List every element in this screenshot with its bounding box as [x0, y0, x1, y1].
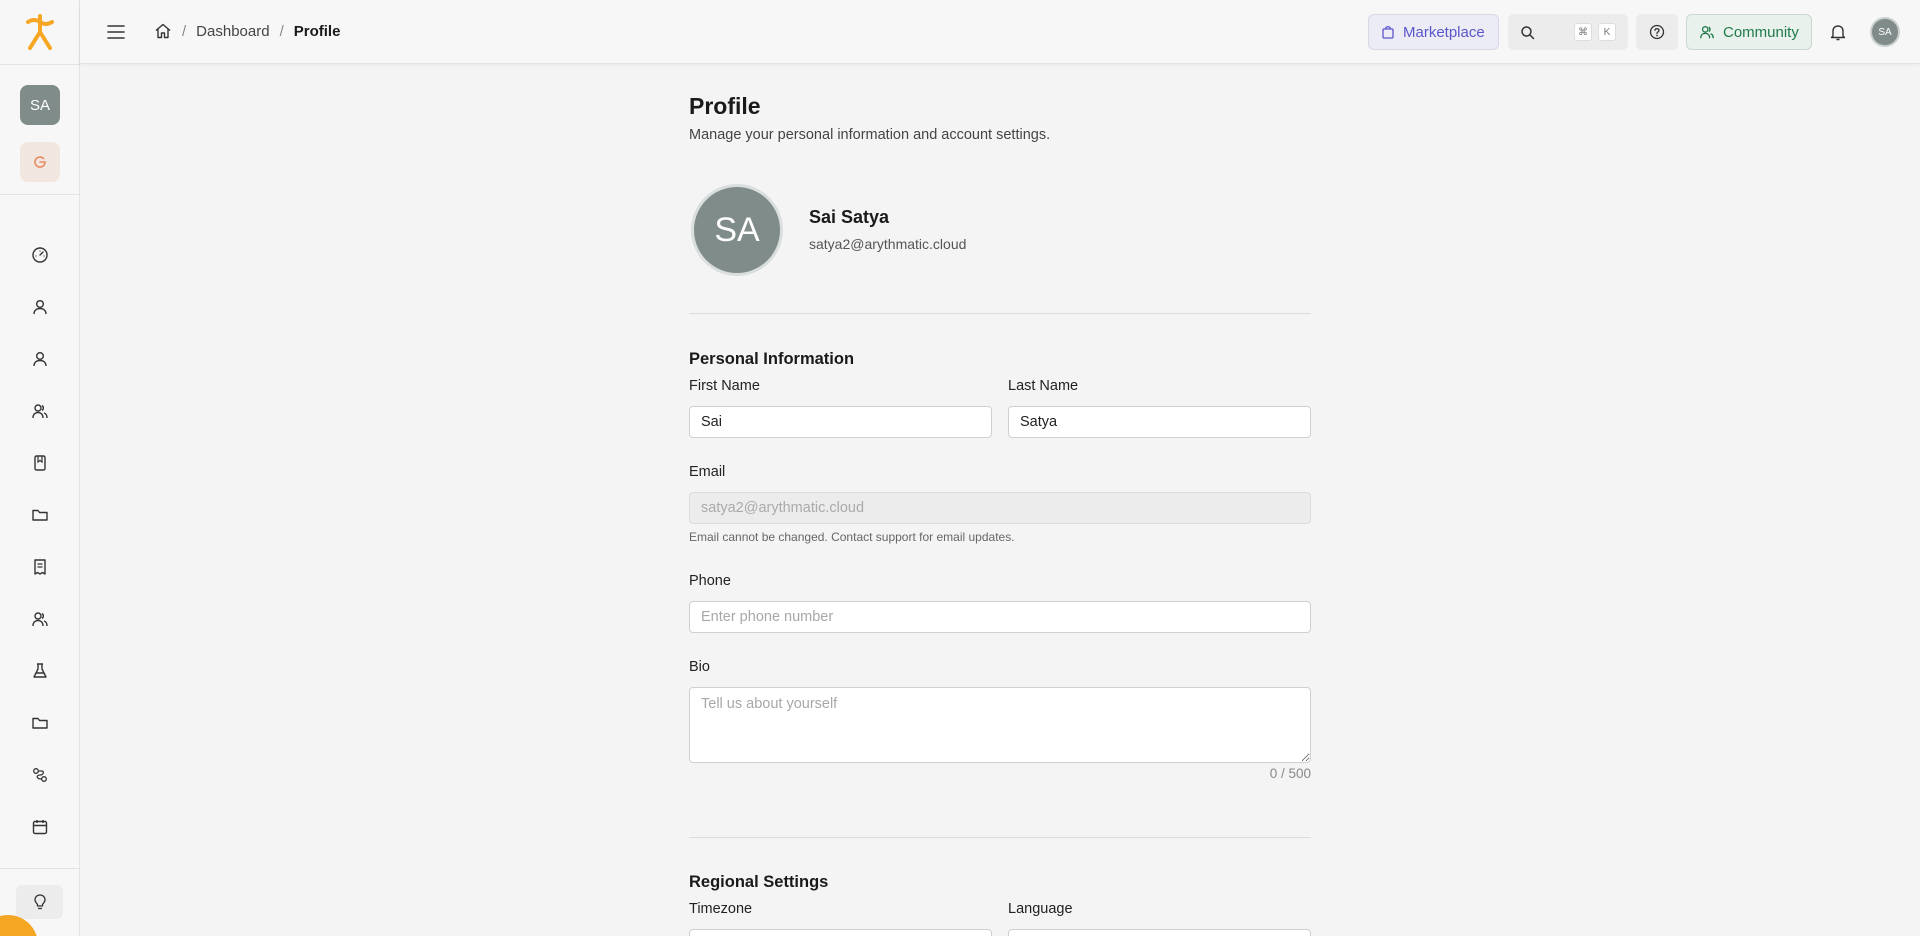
breadcrumb-separator: /	[182, 22, 187, 40]
email-helper-text: Email cannot be changed. Contact support…	[689, 530, 1015, 544]
marketplace-button[interactable]: Marketplace	[1368, 14, 1499, 50]
home-icon[interactable]	[154, 22, 172, 40]
breadcrumb-dashboard[interactable]: Dashboard	[196, 23, 269, 40]
phone-input[interactable]	[689, 601, 1311, 633]
calendar-icon[interactable]	[28, 815, 52, 839]
dashboard-icon[interactable]	[28, 243, 52, 267]
breadcrumb-current: Profile	[293, 22, 341, 40]
shortcut-key-k: K	[1598, 23, 1616, 41]
timezone-label: Timezone	[689, 901, 753, 917]
folder-icon-2[interactable]	[28, 711, 52, 735]
sidebar-divider-top	[0, 64, 79, 65]
sidebar-divider-bottom	[0, 868, 79, 869]
bio-label: Bio	[689, 659, 710, 675]
profile-email: satya2@arythmatic.cloud	[809, 236, 967, 252]
last-name-input[interactable]	[1008, 406, 1311, 438]
help-button[interactable]	[1636, 14, 1678, 50]
user-avatar-menu[interactable]: SA	[1870, 17, 1900, 47]
personal-info-heading: Personal Information	[689, 350, 855, 368]
profile-name: Sai Satya	[809, 207, 890, 227]
shortcut-key-cmd: ⌘	[1574, 23, 1592, 41]
marketplace-label: Marketplace	[1403, 23, 1485, 41]
sidebar-avatar[interactable]: SA	[20, 85, 60, 125]
breadcrumb-separator: /	[279, 22, 284, 40]
page-subtitle: Manage your personal information and acc…	[689, 127, 1051, 143]
profile-avatar[interactable]: SA	[691, 184, 783, 276]
help-icon	[1649, 24, 1665, 40]
phone-label: Phone	[689, 573, 731, 589]
breadcrumb: / Dashboard / Profile	[154, 22, 340, 40]
community-label: Community	[1723, 23, 1799, 41]
first-name-label: First Name	[689, 378, 760, 394]
last-name-label: Last Name	[1008, 378, 1079, 394]
section-divider	[689, 837, 1311, 838]
language-select[interactable]	[1008, 929, 1311, 936]
menu-toggle-button[interactable]	[104, 20, 128, 44]
page-title: Profile	[689, 93, 761, 119]
users-icon	[1700, 26, 1714, 39]
top-header: / Dashboard / Profile Marketplace ⌘ K Co…	[80, 0, 1920, 64]
user-icon-2[interactable]	[28, 347, 52, 371]
refresh-button[interactable]	[20, 142, 60, 182]
refresh-icon	[34, 156, 46, 168]
bell-icon	[1830, 25, 1846, 41]
sidebar-divider-mid	[0, 194, 79, 195]
bio-textarea[interactable]	[689, 687, 1311, 763]
sidebar: SA	[0, 0, 80, 936]
email-label: Email	[689, 464, 726, 480]
route-icon[interactable]	[28, 763, 52, 787]
community-button[interactable]: Community	[1686, 14, 1812, 50]
app-logo[interactable]	[20, 12, 60, 52]
timezone-select[interactable]	[689, 929, 992, 936]
search-button[interactable]: ⌘ K	[1508, 14, 1628, 50]
bio-char-counter: 0 / 500	[1269, 766, 1311, 781]
section-divider	[689, 313, 1311, 314]
lightbulb-icon	[33, 894, 46, 910]
book-icon[interactable]	[28, 451, 52, 475]
hamburger-icon	[107, 25, 125, 39]
regional-settings-heading: Regional Settings	[689, 873, 829, 891]
shopping-bag-icon	[1382, 26, 1394, 39]
notifications-button[interactable]	[1826, 20, 1850, 44]
search-icon	[1521, 25, 1535, 39]
email-input	[689, 492, 1311, 524]
first-name-input[interactable]	[689, 406, 992, 438]
receipt-icon[interactable]	[28, 555, 52, 579]
users-icon[interactable]	[28, 399, 52, 423]
flask-icon[interactable]	[28, 659, 52, 683]
folder-icon[interactable]	[28, 503, 52, 527]
language-label: Language	[1008, 901, 1073, 917]
users-icon-2[interactable]	[28, 607, 52, 631]
lightbulb-button[interactable]	[16, 885, 63, 919]
user-icon[interactable]	[28, 295, 52, 319]
